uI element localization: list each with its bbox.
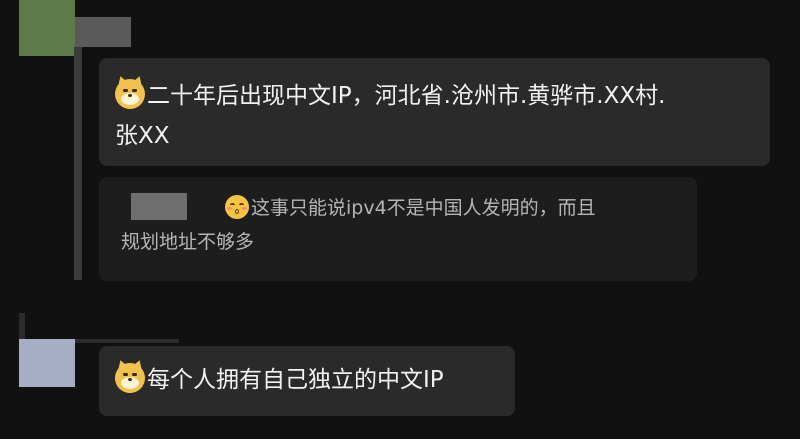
reply-username-redacted	[131, 193, 187, 220]
reply-text-line1: 这事只能说ipv4不是中国人发明的，而且	[251, 197, 596, 219]
comment-text: 每个人拥有自己独立的中文IP	[147, 367, 444, 393]
comment-bubble[interactable]: 二十年后出现中文IP，河北省.沧州市.黄骅市.XX村. 张XX	[99, 58, 770, 166]
avatar[interactable]	[19, 0, 75, 56]
chat-screen: 二十年后出现中文IP，河北省.沧州市.黄骅市.XX村. 张XX 这事只能说ipv…	[0, 0, 800, 439]
thread-line	[74, 47, 82, 280]
comment-text-line1: 二十年后出现中文IP，河北省.沧州市.黄骅市.XX村.	[147, 83, 666, 109]
doge-icon	[115, 363, 145, 393]
kiss-icon	[225, 195, 249, 219]
doge-icon	[115, 79, 145, 109]
comment-text-line2: 张XX	[115, 123, 170, 149]
username-redacted	[75, 17, 131, 47]
avatar-edge	[19, 313, 25, 339]
comment-bubble[interactable]: 每个人拥有自己独立的中文IP	[99, 346, 515, 416]
reply-text-line2: 规划地址不够多	[121, 231, 255, 253]
reply-card[interactable]: 这事只能说ipv4不是中国人发明的，而且 规划地址不够多	[99, 177, 697, 281]
username-redacted	[75, 339, 179, 343]
avatar[interactable]	[19, 339, 75, 387]
